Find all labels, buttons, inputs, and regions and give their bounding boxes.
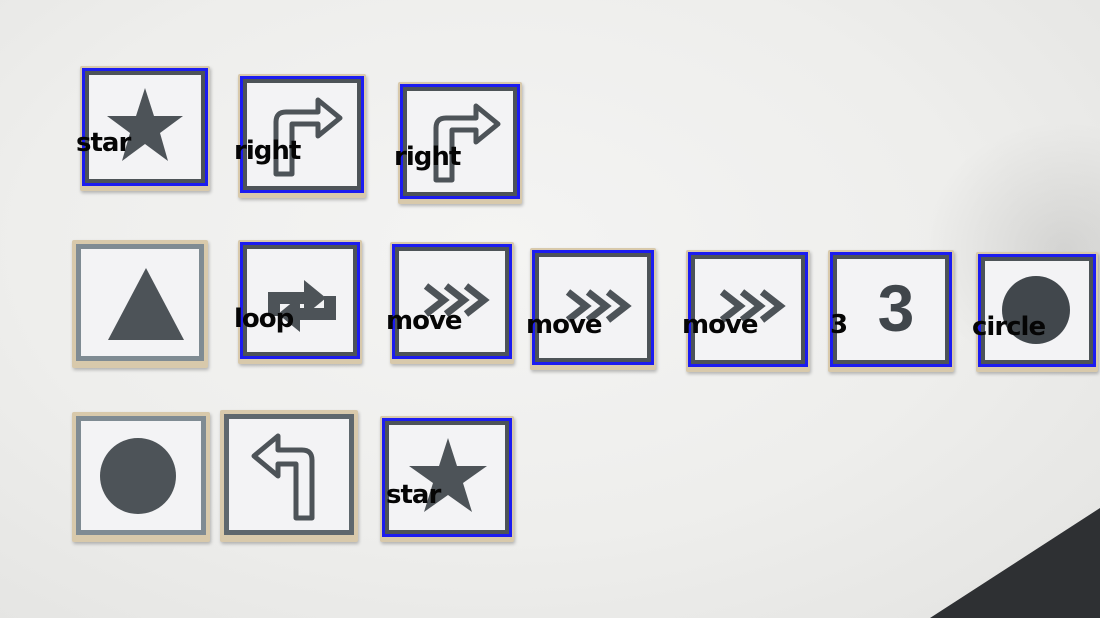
detection-label: right	[234, 136, 301, 166]
tile-right: right	[394, 82, 522, 204]
tile-right: right	[234, 74, 366, 198]
tile-loop: loop	[234, 240, 362, 364]
tile-star: star	[380, 416, 514, 542]
left-arrow-icon	[251, 433, 315, 521]
detection-label: 3	[830, 310, 848, 340]
detection-label: move	[682, 310, 759, 340]
tile-three: 3 3	[828, 250, 954, 372]
loop-icon	[268, 280, 336, 332]
triangle-icon	[108, 268, 184, 340]
chevrons-icon	[423, 283, 490, 317]
detection-label: star	[386, 480, 441, 510]
tile-move: move	[386, 242, 514, 364]
tile-circle	[72, 412, 210, 542]
tile-left	[220, 410, 358, 542]
tile-move: move	[682, 250, 810, 372]
detection-label: circle	[972, 312, 1046, 342]
tile-circle: circle	[972, 252, 1098, 372]
tile-star: star	[76, 66, 210, 191]
tile-triangle	[72, 240, 208, 368]
detection-label: right	[394, 142, 461, 172]
star-icon	[409, 438, 487, 512]
detection-label: move	[386, 306, 463, 336]
detection-label: move	[526, 310, 603, 340]
chevrons-icon	[565, 289, 632, 323]
detection-label: loop	[234, 304, 294, 334]
tile-move: move	[526, 248, 656, 370]
background-object	[930, 508, 1100, 618]
circle-icon	[100, 438, 176, 514]
detection-label: star	[76, 128, 131, 158]
